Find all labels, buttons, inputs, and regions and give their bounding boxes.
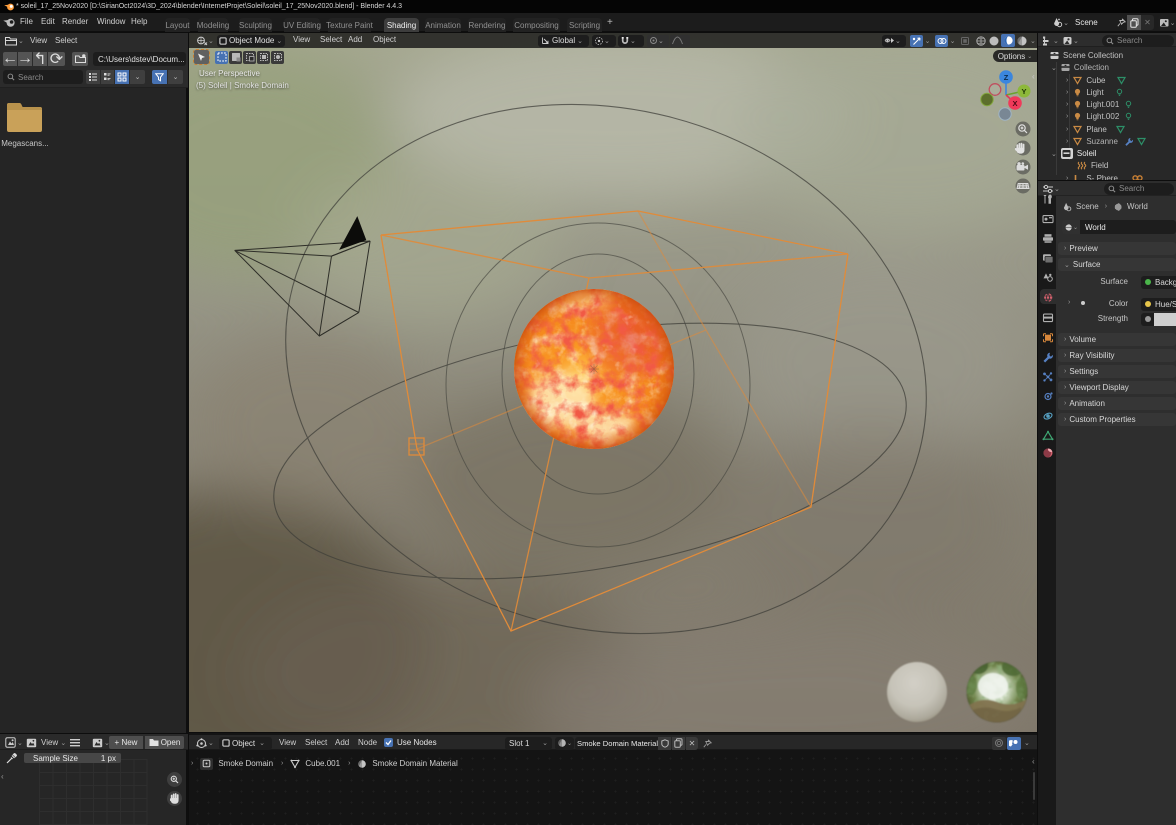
svg-text:Z: Z	[1004, 73, 1009, 82]
svg-text:X: X	[1012, 99, 1017, 108]
svg-text:Y: Y	[1021, 87, 1026, 96]
